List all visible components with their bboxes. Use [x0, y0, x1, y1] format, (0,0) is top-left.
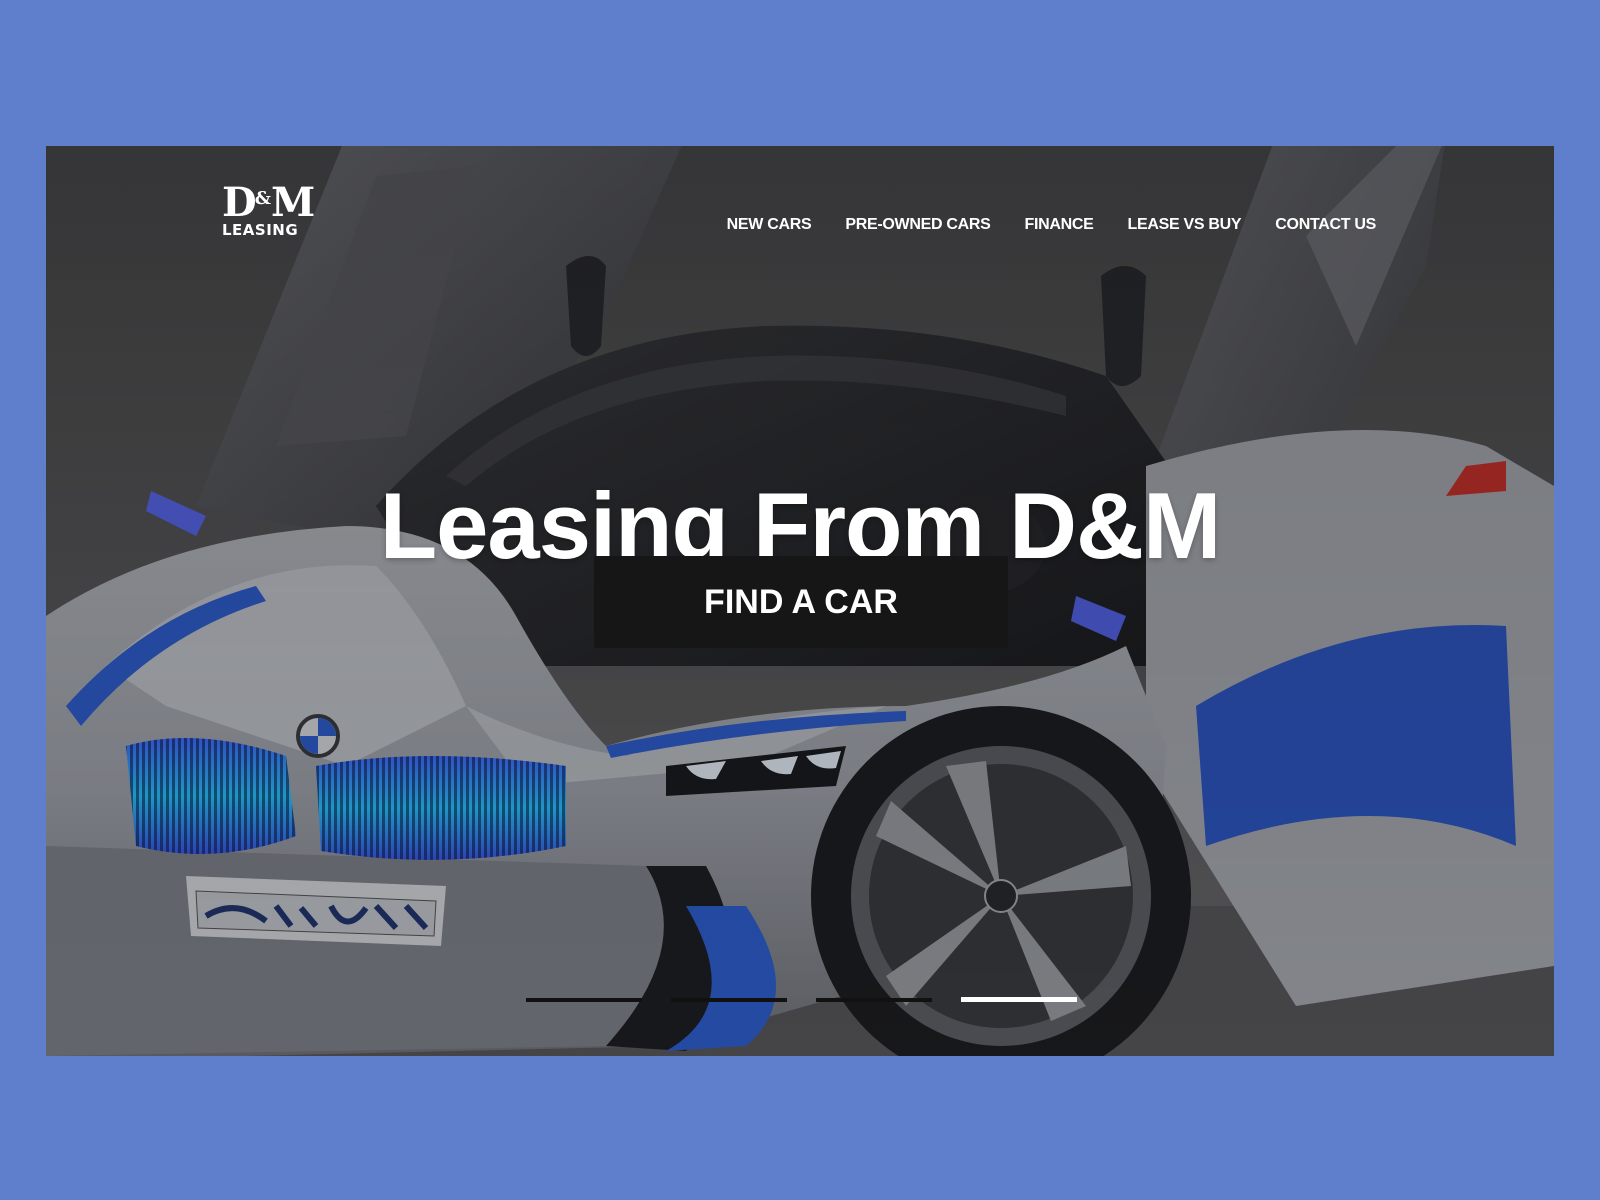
carousel-indicator-3[interactable]: [816, 998, 932, 1002]
carousel-indicator-1[interactable]: [526, 998, 642, 1002]
find-a-car-button[interactable]: FIND A CAR: [594, 556, 1008, 648]
logo-letter-m: M: [270, 179, 315, 226]
carousel-indicator-4[interactable]: [961, 997, 1077, 1002]
nav-contact-us[interactable]: CONTACT US: [1275, 216, 1376, 234]
logo-ampersand: &: [254, 188, 271, 209]
logo-mark: D&M: [222, 180, 315, 223]
carousel-indicator-2[interactable]: [671, 998, 787, 1002]
logo-subtitle: LEASING: [222, 221, 299, 239]
main-nav: NEW CARS PRE-OWNED CARS FINANCE LEASE VS…: [727, 216, 1377, 234]
dm-leasing-logo[interactable]: D&M LEASING: [222, 180, 315, 239]
logo-letter-d: D: [222, 179, 257, 226]
nav-pre-owned-cars[interactable]: PRE-OWNED CARS: [845, 216, 990, 234]
nav-new-cars[interactable]: NEW CARS: [727, 216, 812, 234]
nav-lease-vs-buy[interactable]: LEASE VS BUY: [1128, 216, 1242, 234]
nav-finance[interactable]: FINANCE: [1025, 216, 1094, 234]
hero-section: D&M LEASING NEW CARS PRE-OWNED CARS FINA…: [46, 146, 1554, 1056]
carousel-indicators: [526, 997, 1077, 1002]
